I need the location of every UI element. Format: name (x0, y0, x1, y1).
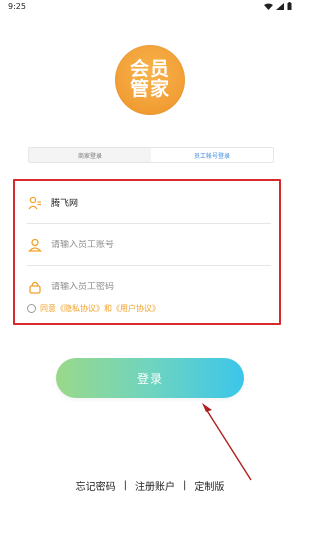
register-account-link[interactable]: 注册账户 (135, 478, 175, 493)
agreement-text[interactable]: 同意《隐私协议》和《用户协议》 (40, 303, 160, 314)
user-icon (27, 237, 43, 253)
account-field[interactable] (27, 224, 271, 266)
logo-line-2: 管家 (129, 78, 170, 100)
status-icons (264, 2, 292, 10)
footer-separator: | (183, 480, 187, 491)
account-input[interactable] (51, 239, 251, 250)
password-input[interactable] (51, 282, 251, 292)
login-form: 腾飞网 (27, 182, 271, 308)
forgot-password-link[interactable]: 忘记密码 (76, 478, 116, 493)
password-field[interactable] (27, 266, 271, 308)
custom-edition-link[interactable]: 定制版 (194, 478, 224, 493)
tab-staff-login[interactable]: 员工帐号登录 (151, 148, 273, 162)
agreement-radio[interactable] (27, 304, 36, 313)
footer-links: 忘记密码 | 注册账户 | 定制版 (0, 478, 300, 493)
login-tabs: 商家登录 员工帐号登录 (28, 147, 274, 163)
lock-icon (27, 279, 43, 295)
agreement-row[interactable]: 同意《隐私协议》和《用户协议》 (27, 303, 160, 314)
status-bar: 9:25 (0, 0, 300, 18)
battery-icon (287, 2, 292, 10)
logo-line-1: 会员 (129, 58, 170, 81)
merchant-user-icon (27, 195, 43, 211)
footer-separator: | (123, 480, 127, 491)
status-time: 9:25 (8, 2, 26, 11)
merchant-name: 腾飞网 (51, 199, 79, 209)
signal-icon (276, 2, 284, 10)
annotation-arrow (202, 403, 252, 481)
app-logo: 会员 管家 (115, 45, 185, 115)
wifi-icon (264, 3, 273, 10)
login-button[interactable]: 登录 (56, 358, 244, 398)
merchant-field[interactable]: 腾飞网 (27, 182, 271, 224)
tab-merchant-login[interactable]: 商家登录 (29, 148, 151, 162)
